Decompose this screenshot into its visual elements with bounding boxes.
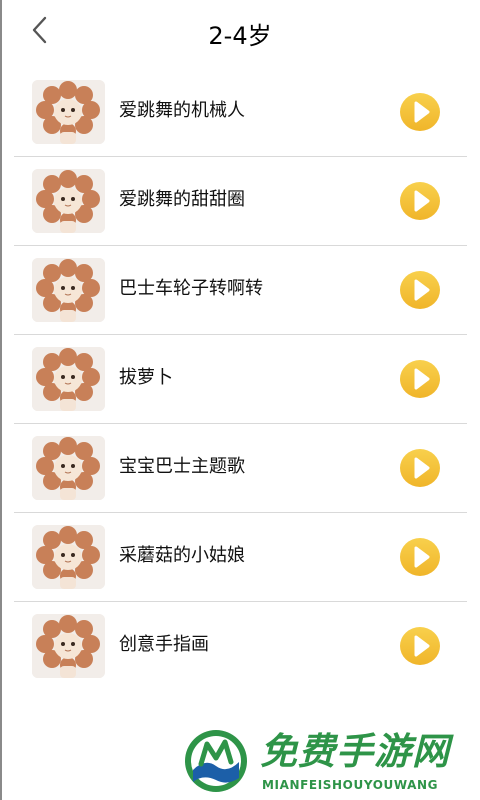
play-icon [400, 538, 440, 576]
song-thumbnail [32, 258, 105, 322]
song-row[interactable]: 巴士车轮子转啊转 [14, 246, 467, 335]
cat-flower-hat-image [32, 169, 105, 233]
song-thumbnail [32, 169, 105, 233]
play-icon [400, 627, 440, 665]
play-icon [400, 271, 440, 309]
song-row[interactable]: 爱跳舞的机械人 [14, 68, 467, 157]
page-title: 2-4岁 [208, 22, 272, 50]
song-thumbnail [32, 525, 105, 589]
play-icon [400, 360, 440, 398]
cat-flower-hat-image [32, 258, 105, 322]
song-thumbnail [32, 436, 105, 500]
cat-flower-hat-image [32, 80, 105, 144]
play-button[interactable] [399, 359, 441, 399]
play-button[interactable] [399, 537, 441, 577]
song-title: 爱跳舞的机械人 [119, 100, 245, 121]
song-title: 宝宝巴士主题歌 [119, 456, 245, 477]
watermark: 免费手游网 MIANFEISHOUYOUWANG [180, 720, 480, 800]
song-title: 创意手指画 [119, 634, 209, 655]
watermark-title: 免费手游网 [260, 730, 450, 773]
song-title: 采蘑菇的小姑娘 [119, 545, 245, 566]
left-edge-divider [0, 0, 2, 800]
site-logo-icon [185, 730, 247, 792]
cat-flower-hat-image [32, 347, 105, 411]
song-list: 爱跳舞的机械人 爱跳舞的甜甜圈 巴士车轮子转啊转 拔萝卜 宝宝巴士主题歌 采蘑菇… [14, 68, 467, 690]
song-row[interactable]: 采蘑菇的小姑娘 [14, 513, 467, 602]
cat-flower-hat-image [32, 614, 105, 678]
song-title: 爱跳舞的甜甜圈 [119, 189, 245, 210]
play-icon [400, 449, 440, 487]
song-thumbnail [32, 347, 105, 411]
play-icon [400, 93, 440, 131]
play-button[interactable] [399, 626, 441, 666]
cat-flower-hat-image [32, 436, 105, 500]
play-button[interactable] [399, 270, 441, 310]
song-title: 拔萝卜 [119, 367, 173, 388]
play-button[interactable] [399, 448, 441, 488]
song-thumbnail [32, 614, 105, 678]
watermark-subtitle: MIANFEISHOUYOUWANG [262, 778, 439, 792]
song-thumbnail [32, 80, 105, 144]
cat-flower-hat-image [32, 525, 105, 589]
song-row[interactable]: 创意手指画 [14, 602, 467, 690]
play-button[interactable] [399, 181, 441, 221]
song-row[interactable]: 爱跳舞的甜甜圈 [14, 157, 467, 246]
song-row[interactable]: 拔萝卜 [14, 335, 467, 424]
play-icon [400, 182, 440, 220]
song-title: 巴士车轮子转啊转 [119, 278, 263, 299]
header: 2-4岁 [0, 0, 480, 76]
play-button[interactable] [399, 92, 441, 132]
song-row[interactable]: 宝宝巴士主题歌 [14, 424, 467, 513]
